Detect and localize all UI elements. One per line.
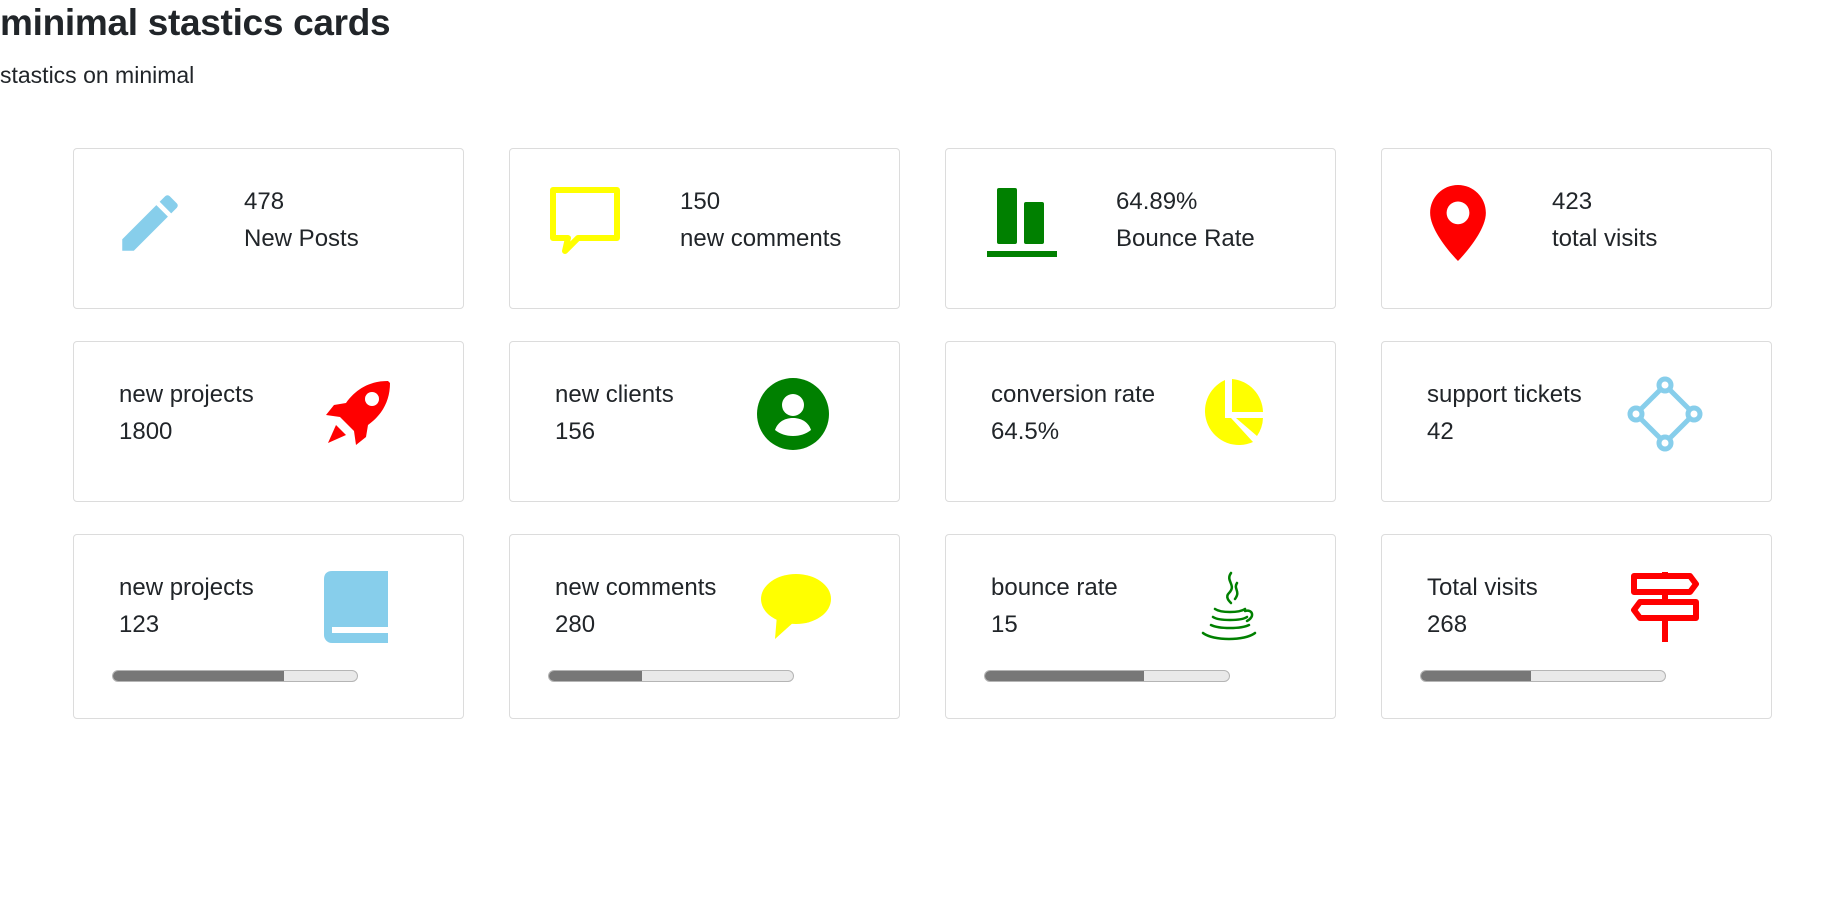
stat-label: Bounce Rate: [1116, 225, 1255, 252]
stat-value: 42: [1427, 418, 1454, 445]
stat-value: 123: [119, 611, 160, 638]
stat-label: New Posts: [244, 225, 359, 252]
stat-label: total visits: [1552, 225, 1658, 252]
stat-card-total-visits: 423 total visits: [1381, 148, 1772, 309]
stat-label: bounce rate: [991, 574, 1118, 601]
stats-row-3: new projects 123 new comments 280 bounce…: [73, 534, 1773, 719]
speech-bubble-icon: [755, 569, 831, 645]
stat-label: new comments: [680, 225, 842, 252]
stats-row-1: 478 New Posts 150 new comments 64.89% Bo…: [73, 148, 1773, 309]
stat-value: 423: [1552, 188, 1593, 215]
stat-value: 478: [244, 188, 285, 215]
stat-card-bounce-rate: 64.89% Bounce Rate: [945, 148, 1336, 309]
stat-card-total-visits-progress: Total visits 268: [1381, 534, 1772, 719]
stat-card-new-clients: new clients 156: [509, 341, 900, 502]
stats-row-2: new projects 1800 new clients 156 conver…: [73, 341, 1773, 502]
stat-value: 64.89%: [1116, 188, 1198, 215]
stat-card-conversion-rate: conversion rate 64.5%: [945, 341, 1336, 502]
stat-card-new-projects-progress: new projects 123: [73, 534, 464, 719]
stat-label: new projects: [119, 574, 254, 601]
stat-label: Total visits: [1427, 574, 1538, 601]
stat-label: support tickets: [1427, 381, 1582, 408]
page-title: minimal stastics cards: [0, 2, 391, 43]
stats-grid: 478 New Posts 150 new comments 64.89% Bo…: [73, 148, 1773, 751]
stat-value: 150: [680, 188, 721, 215]
stat-label: new comments: [555, 574, 717, 601]
stat-card-new-comments-progress: new comments 280: [509, 534, 900, 719]
user-circle-icon: [755, 376, 831, 452]
progress-bar: [1420, 670, 1666, 682]
chat-bubble-icon: [548, 185, 624, 261]
progress-bar: [112, 670, 358, 682]
page-subtitle: stastics on minimal: [0, 62, 195, 88]
network-nodes-icon: [1627, 376, 1703, 452]
progress-bar: [548, 670, 794, 682]
rocket-icon: [319, 376, 395, 452]
stat-label: new projects: [119, 381, 254, 408]
stat-card-new-comments: 150 new comments: [509, 148, 900, 309]
bar-chart-icon: [984, 185, 1060, 261]
pie-chart-icon: [1191, 376, 1267, 452]
stat-value: 268: [1427, 611, 1468, 638]
stat-label: new clients: [555, 381, 674, 408]
stat-value: 15: [991, 611, 1018, 638]
signpost-icon: [1627, 569, 1703, 645]
progress-fill: [1421, 671, 1531, 681]
stat-value: 280: [555, 611, 596, 638]
stat-value: 64.5%: [991, 418, 1060, 445]
stat-card-new-projects: new projects 1800: [73, 341, 464, 502]
stat-card-new-posts: 478 New Posts: [73, 148, 464, 309]
stat-card-bounce-rate-progress: bounce rate 15: [945, 534, 1336, 719]
stat-label: conversion rate: [991, 381, 1156, 408]
progress-fill: [549, 671, 642, 681]
book-icon: [319, 569, 395, 645]
stat-value: 1800: [119, 418, 173, 445]
java-cup-icon: [1191, 569, 1267, 645]
pencil-icon: [112, 185, 188, 261]
stat-card-support-tickets: support tickets 42: [1381, 341, 1772, 502]
map-pin-icon: [1420, 185, 1496, 261]
progress-bar: [984, 670, 1230, 682]
progress-fill: [985, 671, 1144, 681]
stat-value: 156: [555, 418, 596, 445]
progress-fill: [113, 671, 284, 681]
